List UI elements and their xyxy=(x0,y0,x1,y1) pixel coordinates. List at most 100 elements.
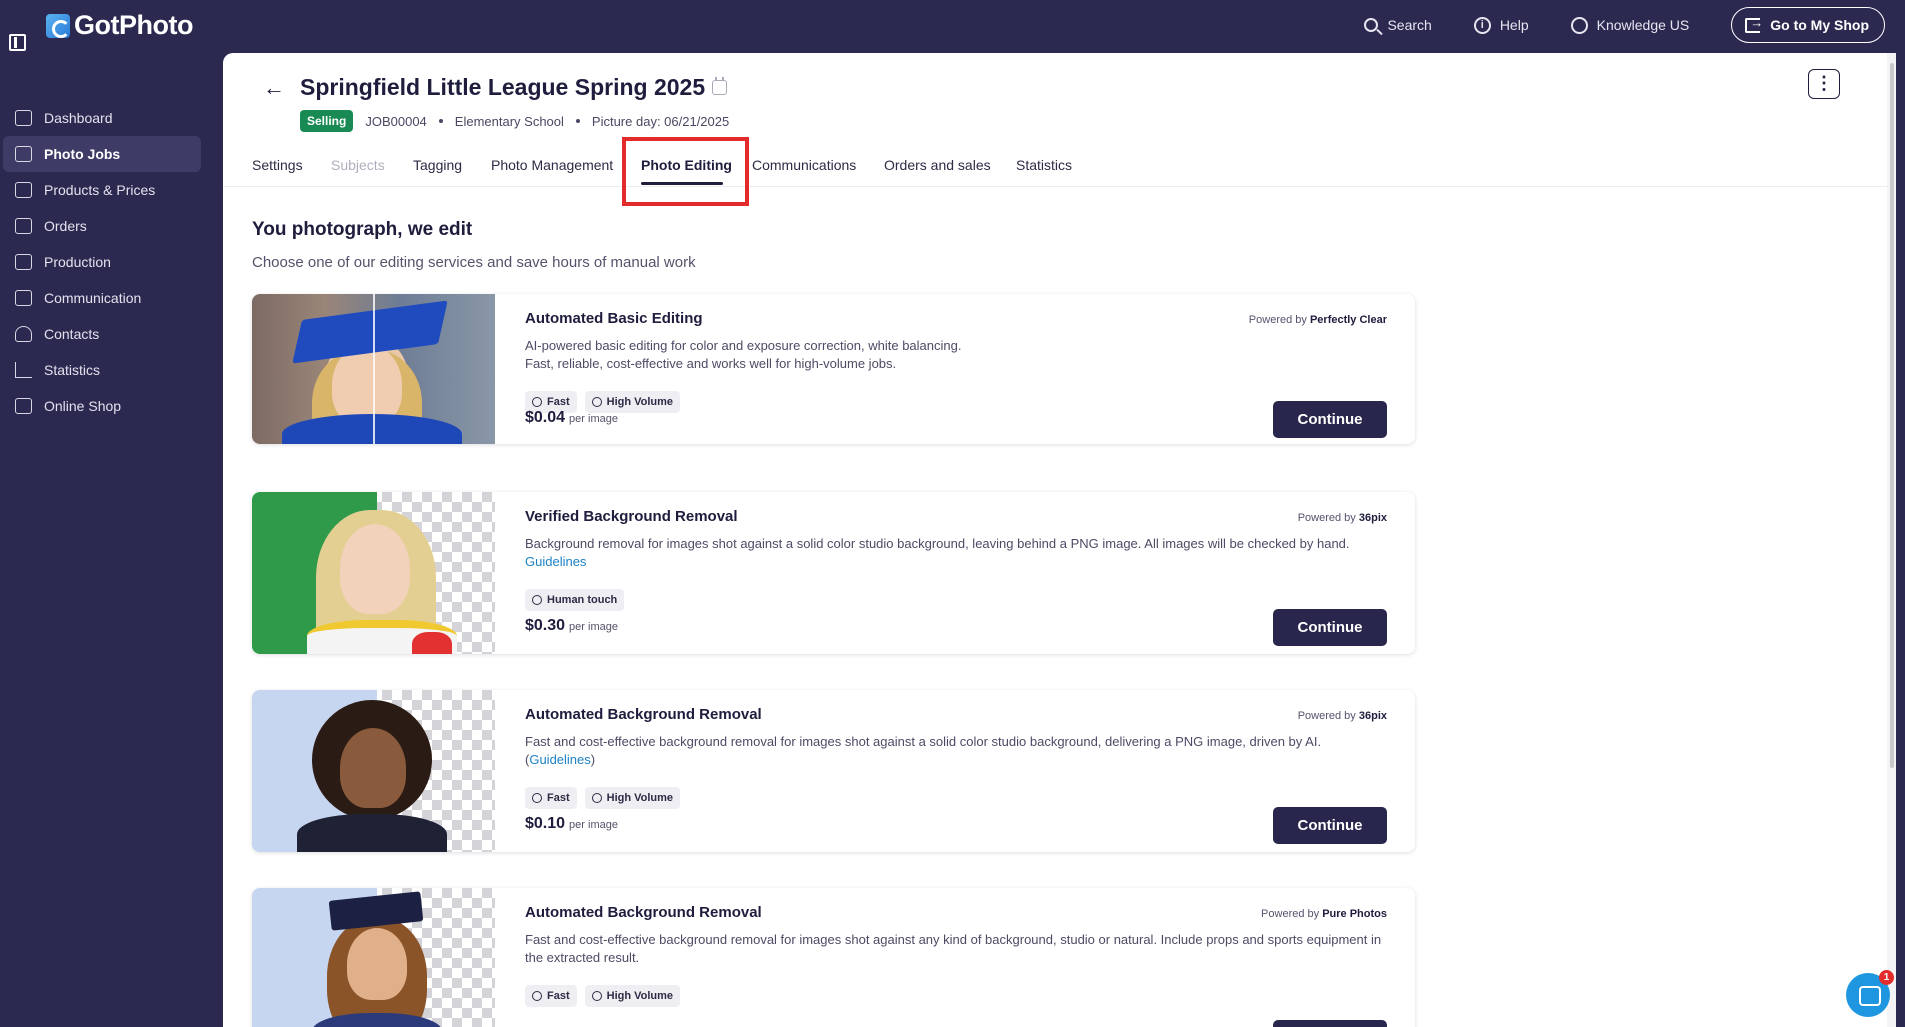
service-price: $0.10 per image xyxy=(525,815,618,832)
tag-high-volume: High Volume xyxy=(584,985,681,1007)
page-title: Springfield Little League Spring 2025 xyxy=(300,74,706,100)
service-description: Fast and cost-effective background remov… xyxy=(525,734,1322,767)
scrollbar-thumb[interactable] xyxy=(1890,63,1894,768)
logo-text: GotPhoto xyxy=(74,10,193,40)
account-menu[interactable]: Knowledge US xyxy=(1570,16,1690,34)
picture-day: Picture day: 06/21/2025 xyxy=(591,113,730,129)
clock-icon xyxy=(532,991,542,1001)
continue-button[interactable]: Continue xyxy=(1273,401,1387,438)
service-tags: Human touch xyxy=(525,589,625,611)
sidebar-item-photo-jobs[interactable]: Photo Jobs xyxy=(3,136,201,172)
service-card: Automated Background Removal Powered by … xyxy=(252,690,1415,852)
service-description: Background removal for images shot again… xyxy=(525,536,1350,569)
service-image-child-portrait xyxy=(252,690,495,852)
sidebar-item-products-prices[interactable]: Products & Prices xyxy=(3,172,201,208)
powered-by: Powered by Pure Photos xyxy=(1261,908,1387,920)
continue-button[interactable]: Continue xyxy=(1273,609,1387,646)
account-label: Knowledge US xyxy=(1596,17,1690,33)
service-image-background-removal xyxy=(252,492,495,654)
info-icon: i xyxy=(1473,16,1491,34)
chat-icon xyxy=(15,290,32,306)
sidebar-item-label: Dashboard xyxy=(44,110,113,126)
scrollbar[interactable] xyxy=(1887,53,1896,1027)
back-arrow-icon[interactable]: ← xyxy=(263,75,285,101)
sidebar-item-online-shop[interactable]: Online Shop xyxy=(3,388,201,424)
service-card: Automated Background Removal Powered by … xyxy=(252,888,1415,1027)
job-meta: Selling JOB00004 Elementary School Pictu… xyxy=(300,110,729,132)
sidebar-toggle-icon[interactable] xyxy=(9,34,26,51)
section-title: You photograph, we edit xyxy=(252,219,473,240)
service-description: Fast and cost-effective background remov… xyxy=(525,932,1382,965)
powered-by: Powered by 36pix xyxy=(1297,512,1387,524)
tab-settings[interactable]: Settings xyxy=(252,157,303,173)
logo[interactable]: GotPhoto xyxy=(46,10,193,41)
sidebar-item-label: Products & Prices xyxy=(44,182,156,198)
search-icon xyxy=(1364,18,1379,32)
service-price: $0.30 per image xyxy=(525,617,618,634)
go-to-shop-button[interactable]: Go to My Shop xyxy=(1731,7,1885,43)
powered-by: Powered by Perfectly Clear xyxy=(1248,314,1387,326)
sidebar-item-label: Photo Jobs xyxy=(44,146,121,162)
sidebar-item-label: Orders xyxy=(44,218,87,234)
service-price: $0.04 per image xyxy=(525,409,618,426)
home-icon xyxy=(15,110,32,126)
cart-icon xyxy=(15,182,32,198)
users-icon xyxy=(591,793,602,803)
service-card: Verified Background Removal Powered by 3… xyxy=(252,492,1415,654)
top-bar: GotPhoto Search i Help Knowledge US Go t… xyxy=(0,0,1905,53)
printer-icon xyxy=(15,254,32,270)
tab-statistics[interactable]: Statistics xyxy=(1016,157,1072,173)
service-tags: Fast High Volume xyxy=(525,787,681,809)
chart-icon xyxy=(15,362,32,378)
section-subtitle: Choose one of our editing services and s… xyxy=(252,254,696,271)
sidebar-item-label: Communication xyxy=(44,290,142,306)
tab-communications[interactable]: Communications xyxy=(752,157,856,173)
continue-button[interactable] xyxy=(1273,1020,1387,1027)
user-icon xyxy=(15,326,32,342)
tag-high-volume: High Volume xyxy=(584,787,681,809)
tag-fast: Fast xyxy=(525,985,577,1007)
go-to-shop-label: Go to My Shop xyxy=(1770,17,1869,33)
sidebar-item-label: Online Shop xyxy=(44,398,122,414)
clock-icon xyxy=(532,793,542,803)
tab-photo-management[interactable]: Photo Management xyxy=(491,157,613,173)
help-label: Help xyxy=(1499,17,1529,33)
sidebar-item-dashboard[interactable]: Dashboard xyxy=(3,100,201,136)
help-link[interactable]: i Help xyxy=(1473,16,1529,34)
users-icon xyxy=(591,991,602,1001)
search-label: Search xyxy=(1387,17,1432,33)
sidebar-item-contacts[interactable]: Contacts xyxy=(3,316,201,352)
sidebar-item-production[interactable]: Production xyxy=(3,244,201,280)
user-circle-icon xyxy=(1570,16,1588,34)
image-icon xyxy=(15,146,32,162)
school-type: Elementary School xyxy=(454,113,564,129)
sidebar-item-orders[interactable]: Orders xyxy=(3,208,201,244)
tag-human-touch: Human touch xyxy=(525,589,625,611)
continue-button[interactable]: Continue xyxy=(1273,807,1387,844)
service-title: Automated Background Removal xyxy=(525,904,762,921)
sidebar: Dashboard Photo Jobs Products & Prices O… xyxy=(0,53,222,1027)
sidebar-item-communication[interactable]: Communication xyxy=(3,280,201,316)
guidelines-link[interactable]: Guidelines xyxy=(529,752,590,767)
service-title: Automated Basic Editing xyxy=(525,310,703,327)
users-icon xyxy=(591,397,602,407)
exit-icon xyxy=(1745,15,1763,33)
tab-subjects: Subjects xyxy=(331,157,385,173)
store-icon xyxy=(15,398,32,414)
job-tabs: Settings Subjects Tagging Photo Manageme… xyxy=(223,157,1887,187)
calendar-icon[interactable] xyxy=(712,77,727,95)
top-actions: Search i Help Knowledge US Go to My Shop xyxy=(1364,7,1885,43)
service-image-graduate-curly xyxy=(252,888,495,1027)
hand-icon xyxy=(532,595,542,605)
more-options-button[interactable]: ⋮ xyxy=(1808,69,1840,99)
tab-orders-and-sales[interactable]: Orders and sales xyxy=(884,157,991,173)
search-link[interactable]: Search xyxy=(1364,17,1432,33)
main-panel: ← Springfield Little League Spring 2025 … xyxy=(223,53,1896,1027)
sidebar-item-statistics[interactable]: Statistics xyxy=(3,352,201,388)
chat-unread-badge: 1 xyxy=(1879,970,1894,985)
sidebar-item-label: Statistics xyxy=(44,362,101,378)
service-image-graduate xyxy=(252,294,495,444)
guidelines-link[interactable]: Guidelines xyxy=(525,554,586,569)
clock-icon xyxy=(532,397,542,407)
tab-tagging[interactable]: Tagging xyxy=(413,157,462,173)
